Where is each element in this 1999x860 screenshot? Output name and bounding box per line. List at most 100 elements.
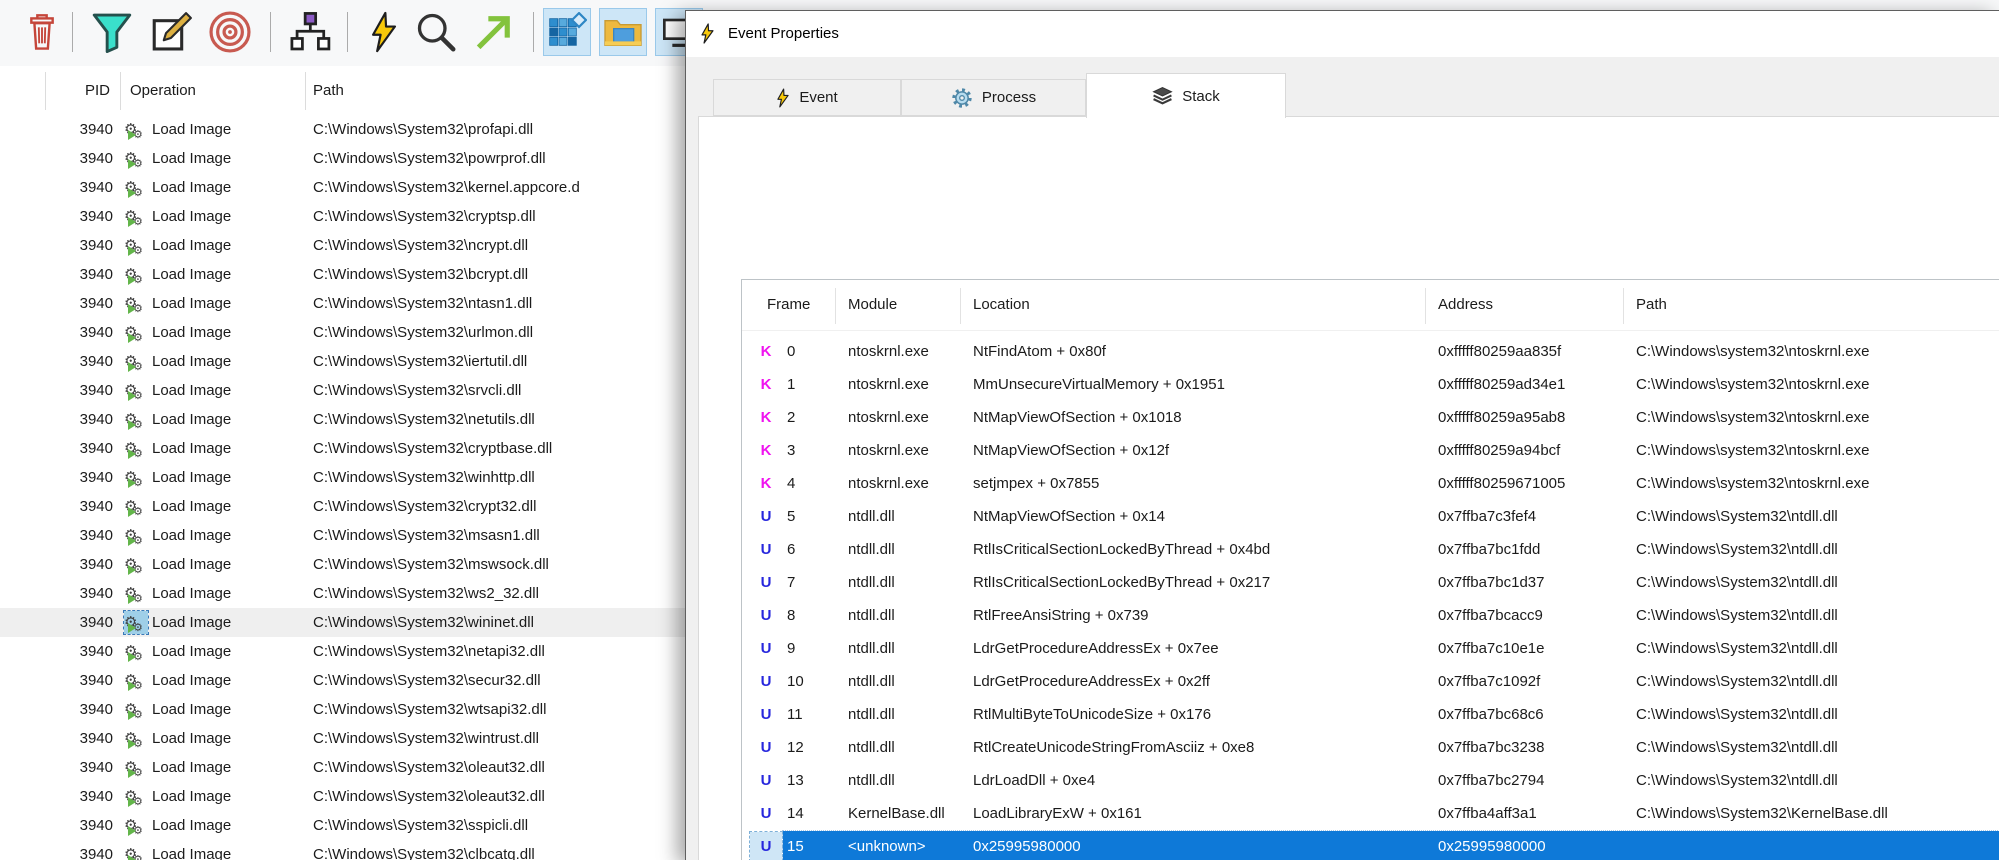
path-cell: C:\Windows\System32\profapi.dll [313,115,533,144]
lightning-icon [700,23,715,44]
find-button[interactable] [412,8,460,56]
stack-frame-row[interactable]: U10ntdll.dllLdrGetProcedureAddressEx + 0… [742,665,1999,698]
path-cell: C:\Windows\system32\ntoskrnl.exe [1636,401,1869,434]
frame-number-cell: 6 [787,533,795,566]
location-cell: LdrLoadDll + 0xe4 [973,764,1095,797]
stack-rows: K0ntoskrnl.exeNtFindAtom + 0x80f0xfffff8… [742,330,1999,860]
column-header-module[interactable]: Module [848,280,897,330]
show-file-system-activity-toggle[interactable] [599,8,647,56]
frame-type-cell: U [750,832,782,860]
stack-frame-row[interactable]: U15<unknown>0x259959800000x25995980000 [742,830,1999,860]
load-image-icon: ⚙⚙ [124,437,148,460]
path-cell: C:\Windows\System32\wintrust.dll [313,724,539,753]
path-cell: C:\Windows\System32\ncrypt.dll [313,231,528,260]
stack-frame-row[interactable]: K2ntoskrnl.exeNtMapViewOfSection + 0x101… [742,401,1999,434]
column-header-location[interactable]: Location [973,280,1030,330]
frame-type-cell: U [750,500,782,533]
load-image-icon: ⚙⚙ [124,582,148,605]
pid-cell: 3940 [45,521,113,550]
path-cell: C:\Windows\System32\oleaut32.dll [313,782,545,811]
event-properties-button[interactable] [360,8,408,56]
path-cell: C:\Windows\system32\ntoskrnl.exe [1636,467,1869,500]
stack-frame-row[interactable]: U5ntdll.dllNtMapViewOfSection + 0x140x7f… [742,500,1999,533]
load-image-icon: ⚙⚙ [124,814,148,837]
load-image-icon: ⚙⚙ [124,553,148,576]
column-header-path[interactable]: Path [1636,280,1667,330]
stack-frame-row[interactable]: U9ntdll.dllLdrGetProcedureAddressEx + 0x… [742,632,1999,665]
highlight-button[interactable] [148,8,196,56]
tab-stack[interactable]: Stack [1086,73,1286,118]
filter-button[interactable] [88,8,136,56]
frame-type-cell: K [750,401,782,434]
stack-frame-row[interactable]: K3ntoskrnl.exeNtMapViewOfSection + 0x12f… [742,434,1999,467]
load-image-icon: ⚙⚙ [124,263,148,286]
include-process-button[interactable] [206,8,254,56]
path-cell: C:\Windows\System32\powrprof.dll [313,144,546,173]
frame-number-cell: 14 [787,797,804,830]
gear-icon [951,87,973,109]
stack-frame-row[interactable]: U13ntdll.dllLdrLoadDll + 0xe40x7ffba7bc2… [742,764,1999,797]
operation-cell: Load Image [152,173,231,202]
module-cell: ntdll.dll [848,764,895,797]
clear-button[interactable] [18,8,66,56]
column-separator[interactable] [1425,288,1426,324]
location-cell: RtlFreeAnsiString + 0x739 [973,599,1149,632]
frame-number-cell: 5 [787,500,795,533]
operation-cell: Load Image [152,115,231,144]
column-separator[interactable] [45,72,46,110]
jump-to-button[interactable] [470,8,518,56]
pid-cell: 3940 [45,405,113,434]
frame-type-cell: U [750,698,782,731]
frame-type-cell: U [750,665,782,698]
stack-frame-row[interactable]: U14KernelBase.dllLoadLibraryExW + 0x1610… [742,797,1999,830]
process-tree-button[interactable] [286,8,334,56]
pid-cell: 3940 [45,376,113,405]
load-image-icon: ⚙⚙ [124,292,148,315]
stack-frame-row[interactable]: K0ntoskrnl.exeNtFindAtom + 0x80f0xfffff8… [742,335,1999,368]
column-header-pid[interactable]: PID [62,66,110,115]
operation-cell: Load Image [152,463,231,492]
column-header-operation[interactable]: Operation [130,66,196,115]
column-header-address[interactable]: Address [1438,280,1493,330]
column-separator[interactable] [960,288,961,324]
address-cell: 0x7ffba7c1092f [1438,665,1540,698]
load-image-icon: ⚙⚙ [124,669,148,692]
stack-frame-row[interactable]: K4ntoskrnl.exesetjmpex + 0x78550xfffff80… [742,467,1999,500]
dialog-titlebar[interactable]: Event Properties [686,11,1999,57]
tab-process[interactable]: Process [901,79,1086,116]
path-cell: C:\Windows\System32\ws2_32.dll [313,579,539,608]
load-image-icon: ⚙⚙ [124,785,148,808]
frame-number-cell: 7 [787,566,795,599]
operation-cell: Load Image [152,376,231,405]
operation-cell: Load Image [152,782,231,811]
column-separator[interactable] [305,72,306,110]
operation-cell: Load Image [152,347,231,376]
tab-event[interactable]: Event [713,79,901,116]
address-cell: 0xfffff80259aa835f [1438,335,1561,368]
stack-frame-row[interactable]: U8ntdll.dllRtlFreeAnsiString + 0x7390x7f… [742,599,1999,632]
stack-frame-row[interactable]: K1ntoskrnl.exeMmUnsecureVirtualMemory + … [742,368,1999,401]
pid-cell: 3940 [45,231,113,260]
path-cell: C:\Windows\System32\secur32.dll [313,666,541,695]
path-cell: C:\Windows\System32\wtsapi32.dll [313,695,546,724]
stack-frame-row[interactable]: U11ntdll.dllRtlMultiByteToUnicodeSize + … [742,698,1999,731]
column-header-frame[interactable]: Frame [767,280,810,330]
location-cell: RtlMultiByteToUnicodeSize + 0x176 [973,698,1211,731]
registry-grid-icon [547,12,587,52]
module-cell: ntdll.dll [848,599,895,632]
pid-cell: 3940 [45,260,113,289]
stack-frame-row[interactable]: U7ntdll.dllRtlIsCriticalSectionLockedByT… [742,566,1999,599]
path-cell: C:\Windows\System32\wininet.dll [313,608,534,637]
column-header-path[interactable]: Path [313,66,344,115]
address-cell: 0x7ffba7c3fef4 [1438,500,1536,533]
show-registry-activity-toggle[interactable] [543,8,591,56]
column-separator[interactable] [835,288,836,324]
pid-cell: 3940 [45,782,113,811]
stack-frame-row[interactable]: U12ntdll.dllRtlCreateUnicodeStringFromAs… [742,731,1999,764]
column-separator[interactable] [1623,288,1624,324]
column-separator[interactable] [120,72,121,110]
frame-type-cell: K [750,467,782,500]
stack-frame-row[interactable]: U6ntdll.dllRtlIsCriticalSectionLockedByT… [742,533,1999,566]
frame-number-cell: 11 [787,698,803,731]
path-cell: C:\Windows\System32\urlmon.dll [313,318,533,347]
